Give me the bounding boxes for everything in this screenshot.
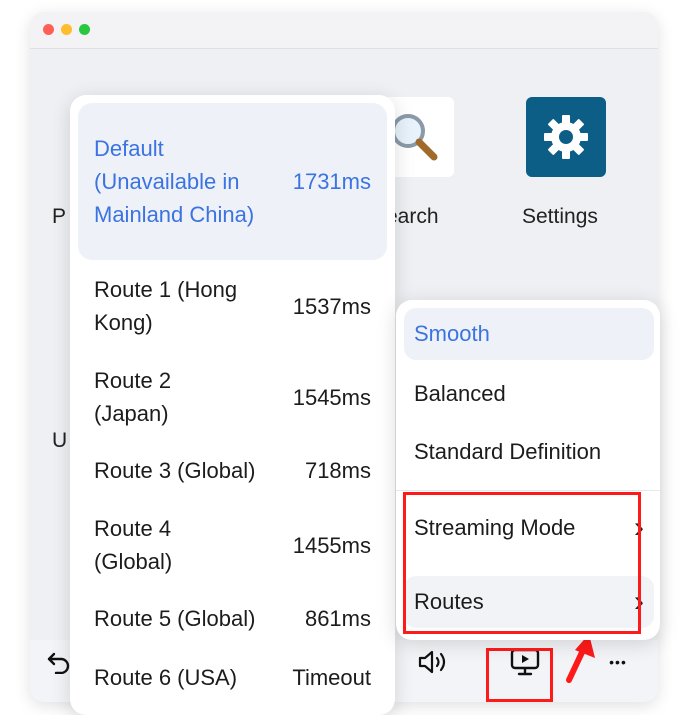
route-name: Route 6 (USA) bbox=[94, 664, 238, 690]
route-name: Route 4 (Global) bbox=[94, 516, 173, 574]
title-bar bbox=[30, 12, 658, 49]
route-latency: Timeout bbox=[292, 664, 371, 690]
route-latency: 1537ms bbox=[292, 293, 371, 319]
highlight-box-display bbox=[486, 648, 553, 702]
volume-icon[interactable] bbox=[416, 648, 450, 676]
app-label-partial: P bbox=[52, 205, 67, 228]
route-name: Route 5 (Global) bbox=[94, 605, 256, 631]
more-icon[interactable]: ••• bbox=[600, 648, 636, 676]
option-label: Balanced bbox=[414, 381, 506, 406]
route-item-4[interactable]: Route 4 (Global) 1455ms bbox=[78, 509, 387, 581]
settings-app-tile[interactable] bbox=[526, 97, 606, 177]
route-latency: 861ms bbox=[304, 605, 371, 631]
minimize-window-button[interactable] bbox=[61, 24, 72, 35]
option-label: Smooth bbox=[414, 321, 490, 346]
quality-option-standard-definition[interactable]: Standard Definition bbox=[404, 426, 654, 478]
app-label-partial: U bbox=[52, 429, 68, 452]
route-item-2[interactable]: Route 2 (Japan) 1545ms bbox=[78, 361, 387, 433]
option-label: Standard Definition bbox=[414, 439, 602, 464]
close-window-button[interactable] bbox=[43, 24, 54, 35]
route-name: Default (Unavailable in Mainland China) bbox=[94, 136, 255, 227]
maximize-window-button[interactable] bbox=[79, 24, 90, 35]
route-item-6[interactable]: Route 6 (USA) Timeout bbox=[78, 657, 387, 697]
route-item-default[interactable]: Default (Unavailable in Mainland China) … bbox=[78, 103, 387, 260]
route-item-3[interactable]: Route 3 (Global) 718ms bbox=[78, 450, 387, 490]
quality-option-smooth[interactable]: Smooth bbox=[404, 308, 654, 360]
route-item-1[interactable]: Route 1 (Hong Kong) 1537ms bbox=[78, 270, 387, 342]
route-latency: 718ms bbox=[304, 457, 371, 483]
route-latency: 1455ms bbox=[292, 532, 371, 558]
route-name: Route 2 (Japan) bbox=[94, 368, 172, 426]
route-latency: 1545ms bbox=[292, 384, 371, 410]
quality-option-balanced[interactable]: Balanced bbox=[404, 368, 654, 420]
route-name: Route 1 (Hong Kong) bbox=[94, 277, 238, 335]
highlight-box-streaming-routes bbox=[403, 492, 641, 634]
routes-dropdown-menu: Default (Unavailable in Mainland China) … bbox=[70, 95, 395, 715]
settings-app-label: Settings bbox=[522, 205, 598, 228]
route-item-5[interactable]: Route 5 (Global) 861ms bbox=[78, 598, 387, 638]
gear-icon bbox=[544, 115, 588, 159]
menu-divider bbox=[396, 490, 660, 491]
route-name: Route 3 (Global) bbox=[94, 457, 256, 483]
route-latency: 1731ms bbox=[292, 169, 371, 194]
